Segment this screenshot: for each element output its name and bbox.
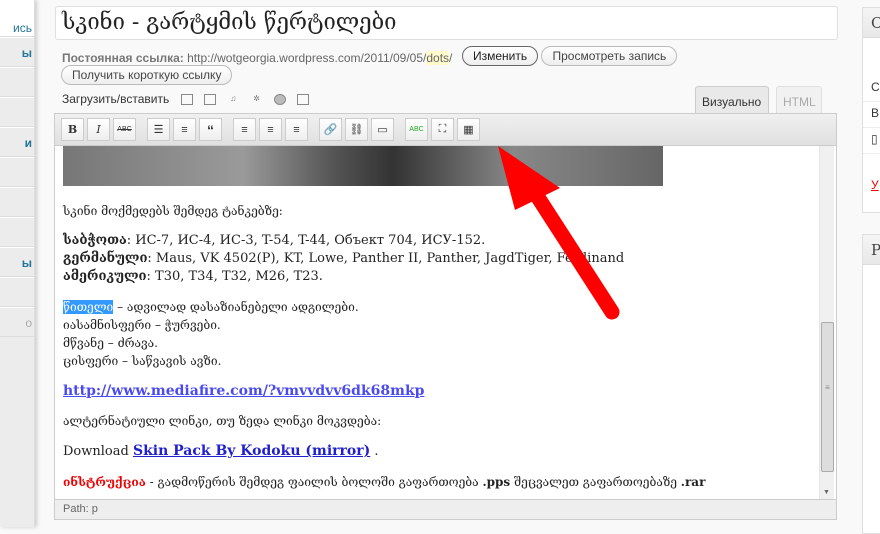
- permalink-url: http://wotgeorgia.wordpress.com/2011/09/…: [187, 51, 427, 65]
- sidebar-item[interactable]: ы: [0, 247, 34, 277]
- insert-more-icon[interactable]: ▭: [371, 118, 394, 141]
- german-label: გერმანული: [63, 251, 148, 266]
- upload-label: Загрузить/вставить: [62, 92, 170, 106]
- add-video-icon[interactable]: [203, 94, 216, 106]
- add-image-icon[interactable]: [180, 94, 193, 106]
- fullscreen-icon[interactable]: ⛶: [431, 118, 454, 141]
- sidebar-item[interactable]: [0, 157, 34, 187]
- mediafire-link[interactable]: http://www.mediafire.com/?vmvvdvv6dk68mk…: [63, 383, 424, 399]
- american-label: ამერიკული: [63, 269, 147, 284]
- scroll-down-icon[interactable]: ▼: [823, 489, 830, 496]
- legend-purple: იასამნისფერი – ჭურვები.: [63, 318, 221, 332]
- tab-html[interactable]: HTML: [776, 86, 822, 113]
- dot: .: [370, 444, 379, 459]
- admin-sidebar: ись ы и ы о: [0, 0, 35, 527]
- soviet-tanks: : ИС-7, ИС-4, ИС-3, T-54, T-44, Объект 7…: [126, 233, 486, 248]
- german-tanks: : Maus, VK 4502(P), KT, Lowe, Panther II…: [147, 251, 625, 266]
- scrollbar-thumb[interactable]: ≡: [821, 322, 834, 472]
- italic-button[interactable]: I: [87, 118, 110, 141]
- calendar-icon: ▯: [863, 128, 880, 154]
- bullet-list-icon[interactable]: ☰: [147, 118, 170, 141]
- sidebar-item[interactable]: [0, 277, 34, 307]
- align-center-icon[interactable]: ≡: [259, 118, 282, 141]
- download-text: Download: [63, 444, 133, 459]
- editor-toolbar: B I ABC ☰ ≡ “ ≡ ≡ ≡ 🔗 ⛓ ▭ ABC ⛶ ▦: [54, 113, 837, 146]
- add-form-icon[interactable]: [297, 94, 310, 106]
- numbered-list-icon[interactable]: ≡: [173, 118, 196, 141]
- add-poll-icon[interactable]: [273, 94, 286, 106]
- mirror-link[interactable]: Skin Pack By Kodoku (mirror): [133, 443, 370, 459]
- sidebar-item[interactable]: [0, 217, 34, 247]
- panel-heading: Р: [863, 235, 880, 265]
- soviet-label: საბჭოთა: [63, 233, 127, 248]
- instruction-text: - გადმოწერის შემდეგ ფაილის ბოლოში გაფართ…: [145, 475, 483, 489]
- legend-red: – ადვილად დასაზიანებელი ადგილები.: [113, 300, 359, 314]
- edit-permalink-button[interactable]: Изменить: [462, 46, 539, 66]
- kitchen-sink-icon[interactable]: ▦: [457, 118, 480, 141]
- permalink: Постоянная ссылка: http://wotgeorgia.wor…: [62, 51, 452, 65]
- editor-scrollbar[interactable]: ≡ ▼: [819, 146, 834, 499]
- sidebar-item[interactable]: ись: [0, 0, 34, 37]
- insert-link-icon[interactable]: 🔗: [319, 118, 342, 141]
- add-audio-icon[interactable]: ♫: [227, 94, 239, 105]
- selected-text: წითელი: [63, 300, 114, 314]
- strikethrough-button[interactable]: ABC: [113, 118, 136, 141]
- unlink-icon[interactable]: ⛓: [345, 118, 368, 141]
- get-shortlink-button[interactable]: Получить короткую ссылку: [61, 65, 233, 85]
- permalink-suffix: /: [449, 51, 453, 65]
- path-bar: Path: p: [54, 500, 837, 520]
- panel-row: С: [863, 76, 880, 102]
- delete-link[interactable]: У: [863, 174, 880, 200]
- sidebar-item[interactable]: о: [0, 307, 34, 337]
- rar-ext: .rar: [680, 475, 706, 489]
- upload-insert-bar: Загрузить/вставить ♫ ✲: [62, 92, 310, 106]
- bold-button[interactable]: B: [61, 118, 84, 141]
- blockquote-icon[interactable]: “: [199, 118, 222, 141]
- content-intro: სკინი მოქმედებს შემდეგ ტანკებზე:: [63, 204, 283, 218]
- publish-panel: С С В ▯ У: [862, 7, 880, 213]
- second-panel: Р: [862, 234, 880, 534]
- align-left-icon[interactable]: ≡: [233, 118, 256, 141]
- add-media-icon[interactable]: ✲: [251, 94, 263, 105]
- legend-green: მწვანე – ძრავა.: [63, 336, 158, 350]
- align-right-icon[interactable]: ≡: [285, 118, 308, 141]
- instruction-label: ინსტრუქცია: [63, 475, 146, 489]
- spellcheck-button[interactable]: ABC: [405, 118, 428, 141]
- pps-ext: .pps: [482, 475, 511, 489]
- sidebar-item[interactable]: [0, 97, 34, 127]
- editor-content[interactable]: სკინი მოქმედებს შემდეგ ტანკებზე: საბჭოთა…: [54, 146, 837, 500]
- american-tanks: : T30, T34, T32, M26, T23.: [146, 269, 323, 284]
- legend-blue: ცისფერი – საწვავის ავზი.: [63, 354, 222, 368]
- instruction-text-2: შეცვალეთ გაფართოებაზე: [510, 475, 681, 489]
- tab-visual[interactable]: Визуально: [695, 86, 769, 114]
- sidebar-item[interactable]: ы: [0, 37, 34, 67]
- view-post-button[interactable]: Просмотреть запись: [541, 46, 678, 66]
- permalink-label: Постоянная ссылка:: [62, 51, 184, 65]
- permalink-slug[interactable]: dots: [426, 51, 450, 65]
- tank-image[interactable]: [63, 146, 663, 186]
- sidebar-item[interactable]: и: [0, 127, 34, 157]
- sidebar-item[interactable]: [0, 187, 34, 217]
- post-title-input[interactable]: სკინი - გარტყმის წერტილები: [55, 6, 838, 40]
- sidebar-item[interactable]: [0, 67, 34, 97]
- panel-heading: С: [863, 8, 880, 38]
- panel-row: В: [863, 102, 880, 128]
- alt-link-text: ალტერნატიული ლინკი, თუ ზედა ლინკი მოკვდე…: [63, 414, 382, 428]
